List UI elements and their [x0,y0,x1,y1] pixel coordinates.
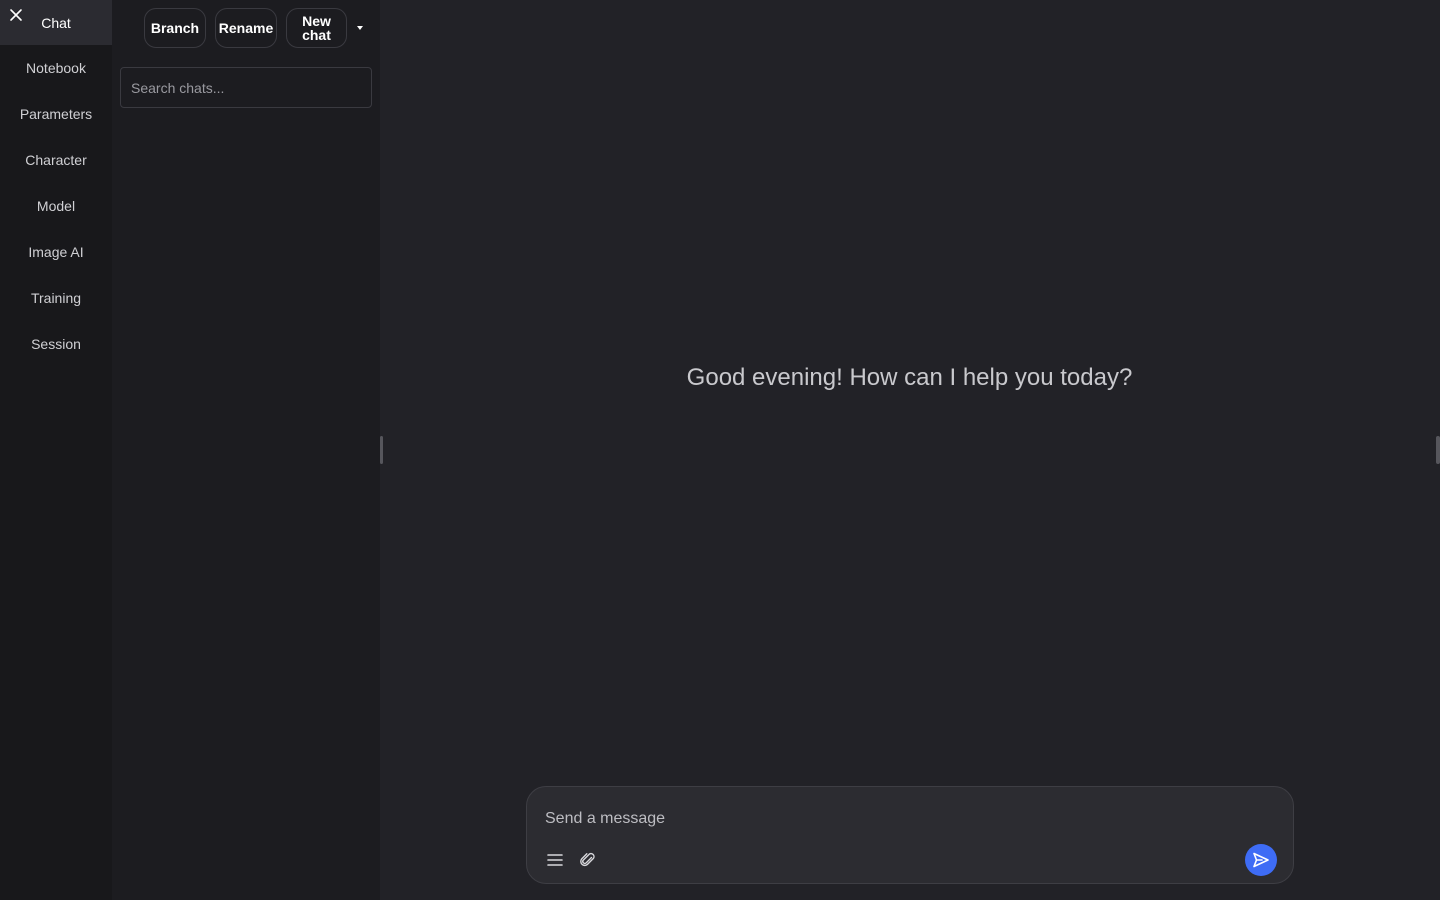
nav-item-character[interactable]: Character [0,137,112,183]
greeting-text: Good evening! How can I help you today? [686,364,1133,391]
nav-item-notebook[interactable]: Notebook [0,45,112,91]
nav-item-parameters[interactable]: Parameters [0,91,112,137]
new-chat-button[interactable]: New chat [286,8,347,48]
nav-item-label: Parameters [19,106,93,122]
right-panel-resize-handle[interactable] [1436,436,1440,464]
app-window: Chat Notebook Parameters Character Model… [0,0,1440,900]
nav-item-label: Session [31,336,81,352]
send-button[interactable] [1245,844,1277,876]
nav-item-training[interactable]: Training [0,275,112,321]
paperclip-icon[interactable] [578,850,598,870]
message-composer [526,786,1294,884]
chat-history-panel: Branch Rename New chat [112,0,380,900]
nav-item-label: Model [36,198,76,214]
branch-button[interactable]: Branch [144,8,206,48]
rename-button[interactable]: Rename [215,8,277,48]
nav-item-label: Notebook [26,60,86,76]
nav-item-label: Character [25,152,87,168]
nav-item-image-ai[interactable]: Image AI [0,229,112,275]
search-chats-input[interactable] [120,67,372,108]
nav-item-label: Image AI [28,244,84,260]
left-panel-resize-handle[interactable] [380,436,383,464]
message-input[interactable] [545,807,1265,831]
nav-item-label: Chat [41,14,71,31]
nav-item-chat[interactable]: Chat [0,0,112,45]
sidebar-nav: Chat Notebook Parameters Character Model… [0,0,112,900]
caret-down-icon[interactable] [355,22,365,34]
nav-item-label: Training [30,290,82,306]
close-icon[interactable] [8,7,24,23]
nav-item-session[interactable]: Session [0,321,112,367]
send-icon [1253,852,1269,868]
nav-item-model[interactable]: Model [0,183,112,229]
hamburger-menu-icon[interactable] [545,850,565,870]
